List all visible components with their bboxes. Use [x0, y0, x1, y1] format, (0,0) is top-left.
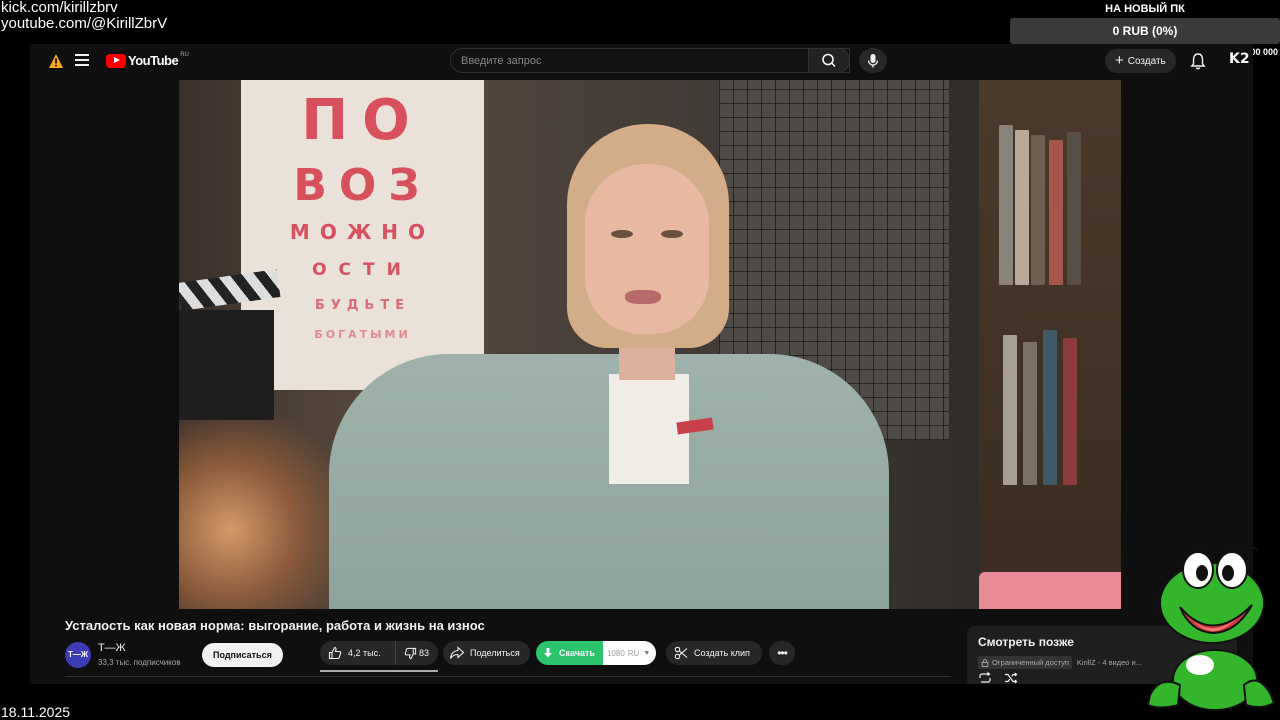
create-button[interactable]: + Создать — [1105, 49, 1176, 73]
thumbs-down-icon — [404, 647, 417, 659]
book — [999, 125, 1013, 285]
book — [1063, 338, 1077, 485]
download-region: RU — [627, 648, 640, 658]
microphone-icon — [867, 54, 879, 68]
face — [585, 164, 709, 334]
plus-icon: + — [1115, 52, 1124, 69]
download-quality-select[interactable]: 1080 RU ▼ — [602, 641, 657, 665]
playlist-title[interactable]: Смотреть позже — [978, 635, 1074, 649]
download-widget: Скачать 1080 RU ▼ — [536, 641, 657, 665]
lamp-glow — [179, 410, 349, 609]
bookshelf — [979, 80, 1121, 609]
like-dislike-group: 4,2 тыс. 83 — [320, 641, 438, 665]
download-quality: 1080 — [606, 648, 625, 658]
pink-laptop — [979, 572, 1121, 609]
voice-search-button[interactable] — [859, 48, 887, 73]
clip-label: Создать клип — [694, 648, 750, 658]
scissors-icon — [674, 646, 688, 660]
playlist-controls — [978, 672, 1018, 684]
share-icon — [449, 646, 465, 659]
like-button[interactable]: 4,2 тыс. — [320, 641, 396, 665]
logo-text: YouTube — [128, 53, 179, 68]
share-label: Поделиться — [470, 648, 520, 658]
share-button[interactable]: Поделиться — [443, 641, 530, 665]
like-progress-underline — [320, 670, 438, 672]
dislike-count: 83 — [419, 648, 430, 658]
book — [1023, 342, 1037, 485]
book — [1049, 140, 1063, 285]
eye — [611, 230, 633, 238]
date-overlay: 18.11.2025 — [1, 704, 71, 720]
masthead: YouTube RU + Создать K — [30, 44, 1253, 80]
goal-title: НА НОВЫЙ ПК — [1105, 3, 1185, 15]
create-label: Создать — [1127, 55, 1166, 67]
book — [1043, 330, 1057, 485]
subscribe-button[interactable]: Подписаться — [202, 643, 283, 667]
youtube-play-icon — [106, 53, 126, 68]
search-box — [450, 48, 850, 73]
search-input[interactable] — [451, 49, 771, 72]
subscriber-count: 33,3 тыс. подписчиков — [98, 658, 181, 667]
mouth — [625, 290, 661, 304]
access-label: Ограниченный доступ — [992, 658, 1069, 667]
create-clip-button[interactable]: Создать клип — [666, 641, 762, 665]
book — [1015, 130, 1029, 285]
kick-link-overlay: kick.com/kirillzbrv — [1, 0, 118, 16]
goal-progress-bar: 0 RUB (0%) — [1010, 18, 1280, 44]
book — [1067, 132, 1081, 285]
search-button[interactable] — [808, 48, 850, 73]
download-button[interactable]: Скачать — [536, 641, 603, 665]
download-arrow-icon — [544, 648, 552, 658]
channel-avatar[interactable]: Т—Ж — [65, 642, 91, 668]
presenter — [329, 124, 889, 609]
lock-icon — [981, 658, 989, 667]
youtube-link-overlay: youtube.com/@KirillZbrV — [1, 15, 168, 32]
clapperboard — [179, 310, 274, 420]
shuffle-icon[interactable] — [1004, 672, 1018, 684]
search-icon — [822, 53, 836, 68]
donation-goal-widget: НА НОВЫЙ ПК 0 RUB (0%) 0 100 000 — [1010, 0, 1280, 57]
youtube-logo[interactable]: YouTube RU — [106, 51, 189, 68]
playlist-owner-count: KirillZ - 4 видео и... — [1076, 658, 1142, 667]
warning-icon[interactable] — [48, 53, 64, 69]
divider — [65, 676, 951, 677]
logo-region: RU — [180, 51, 189, 58]
loop-icon[interactable] — [978, 672, 992, 684]
eye — [661, 230, 683, 238]
thumbs-up-icon — [328, 646, 342, 660]
book — [1003, 335, 1017, 485]
dislike-button[interactable]: 83 — [396, 641, 429, 665]
notifications-bell-icon[interactable] — [1190, 52, 1206, 70]
more-icon: ••• — [777, 646, 788, 660]
book — [1031, 135, 1045, 285]
like-count: 4,2 тыс. — [348, 648, 381, 658]
playlist-meta: Ограниченный доступ KirillZ - 4 видео и.… — [978, 656, 1142, 669]
account-avatar[interactable]: K2 — [1229, 51, 1250, 67]
access-badge: Ограниченный доступ — [978, 656, 1072, 669]
channel-name[interactable]: Т—Ж — [98, 642, 126, 654]
youtube-window: YouTube RU + Создать K — [30, 44, 1253, 684]
chevron-down-icon: ▼ — [643, 649, 651, 657]
download-label: Скачать — [559, 648, 595, 658]
hamburger-menu-icon[interactable] — [75, 54, 89, 68]
video-title: Усталость как новая норма: выгорание, ра… — [65, 618, 485, 633]
frog-mascot-overlay — [1146, 546, 1276, 711]
more-actions-button[interactable]: ••• — [769, 641, 795, 665]
video-player[interactable]: ПО ВОЗ МОЖНО ОСТИ БУДЬТЕ БОГАТЫМИ — [179, 80, 1121, 609]
